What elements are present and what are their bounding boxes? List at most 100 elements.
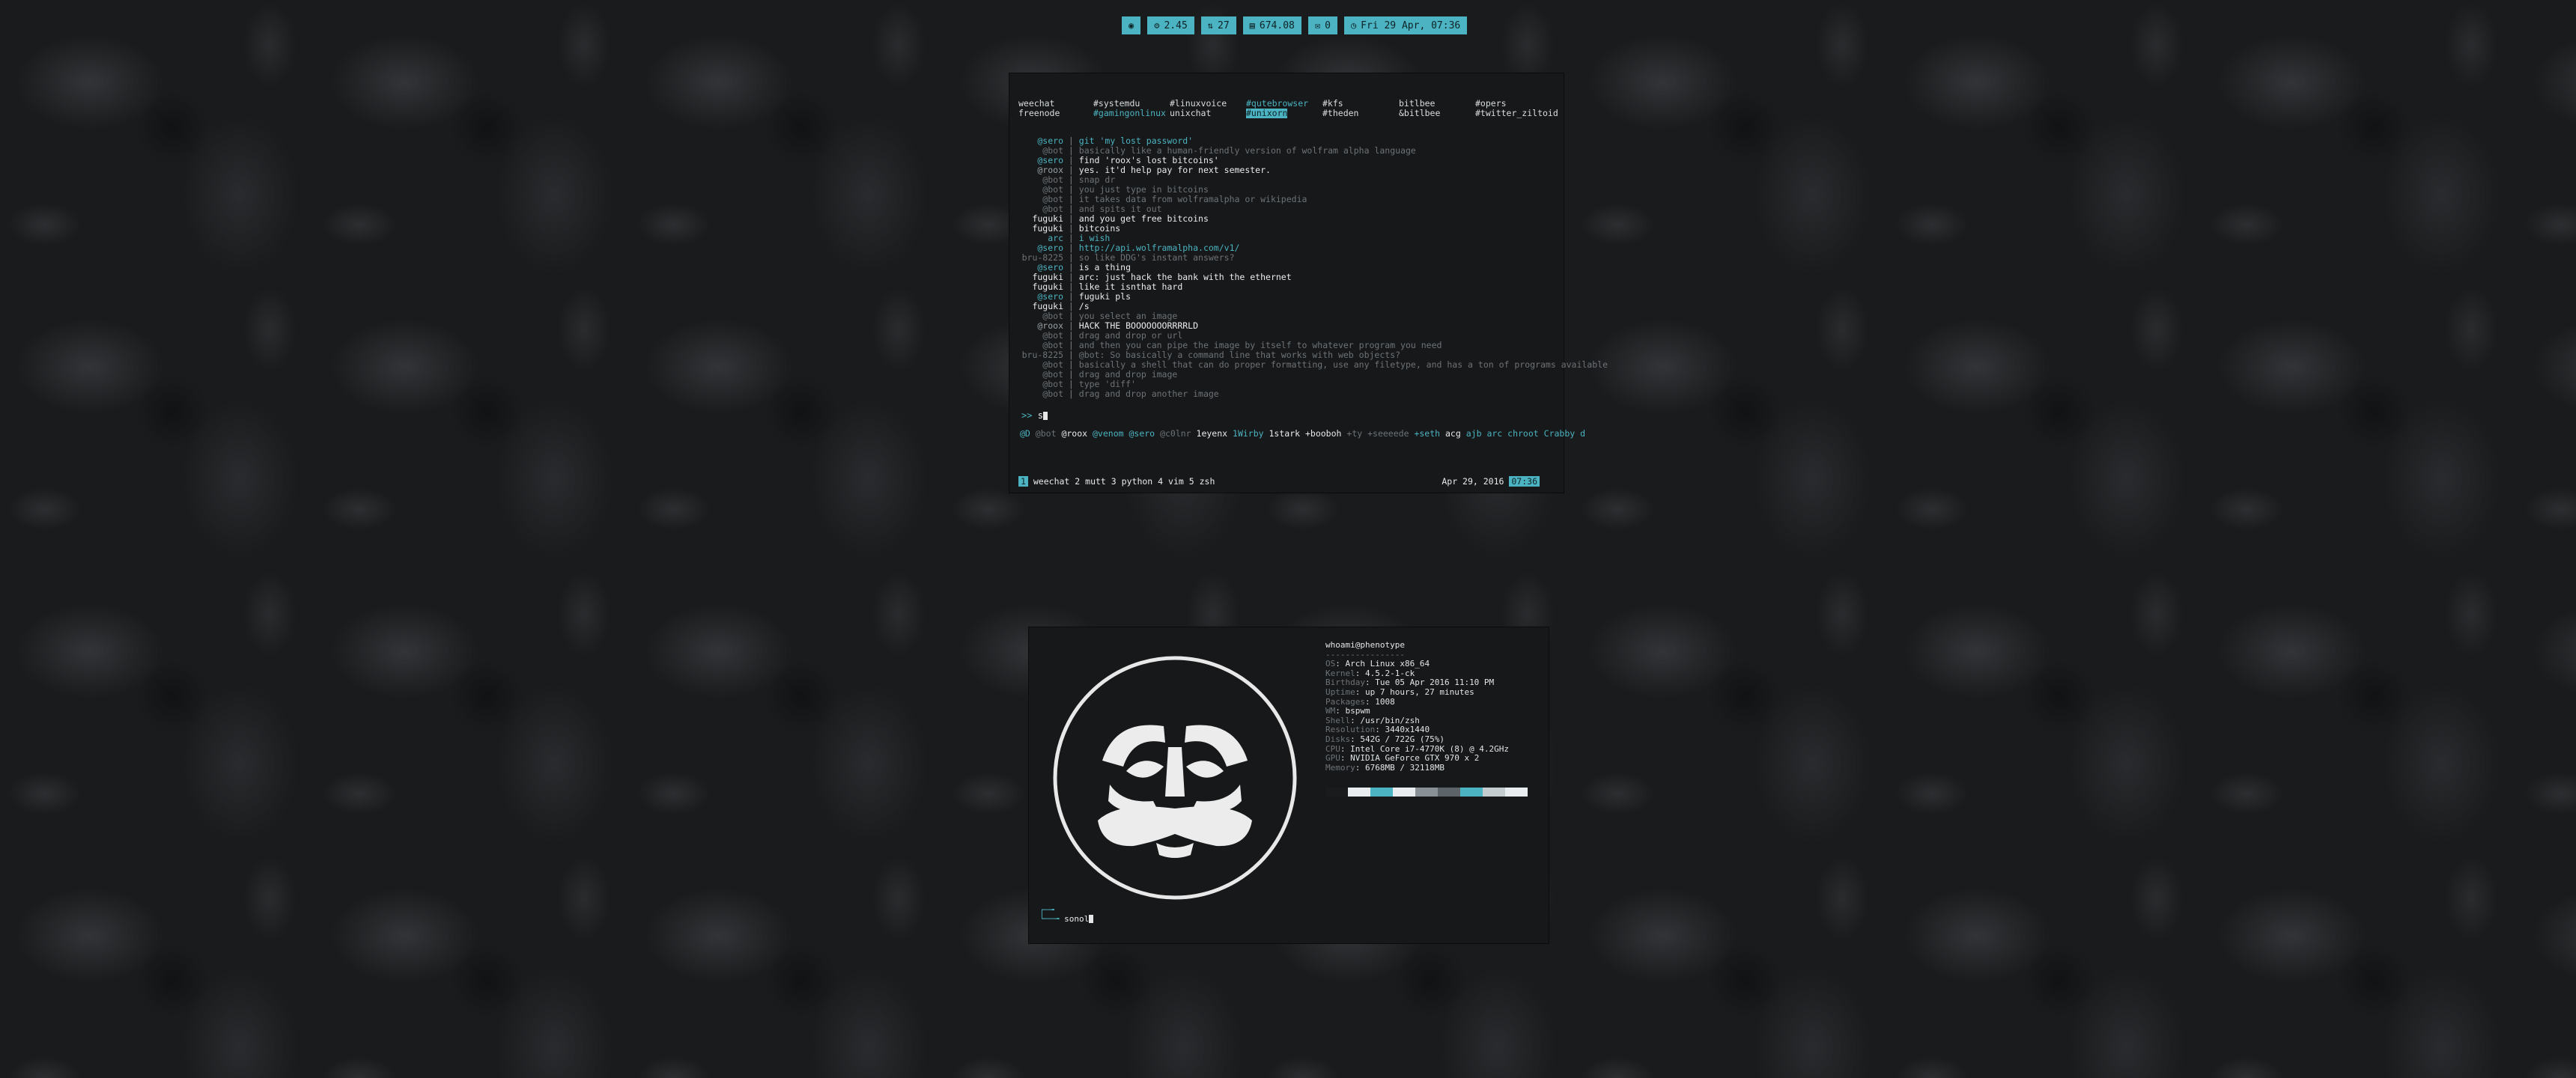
status-pill: ▤ 674.08 bbox=[1242, 16, 1301, 34]
chat-message: /s bbox=[1078, 301, 1090, 311]
status-pill-text: Fri 29 Apr, 07:36 bbox=[1361, 19, 1461, 31]
chat-message: basically like a human-friendly version … bbox=[1078, 145, 1416, 156]
chat-message: i wish bbox=[1078, 233, 1111, 243]
nick-item[interactable]: ajb bbox=[1466, 428, 1482, 439]
chat-message: you select an image bbox=[1078, 311, 1178, 321]
nick-item[interactable]: +ty bbox=[1346, 428, 1362, 439]
nick-item[interactable]: 1Wirby bbox=[1233, 428, 1264, 439]
nick-item[interactable]: +seeeede bbox=[1367, 428, 1409, 439]
chat-message: arc: just hack the bank with the etherne… bbox=[1078, 272, 1292, 282]
nick-separator: | bbox=[1063, 233, 1079, 243]
nick-item[interactable]: 1eyenx bbox=[1197, 428, 1228, 439]
color-swatch bbox=[1393, 788, 1415, 797]
chat-message: drag and drop another image bbox=[1078, 389, 1219, 399]
nick-separator: | bbox=[1063, 243, 1079, 253]
chat-message: @bot: So basically a command line that w… bbox=[1078, 350, 1401, 360]
nick-separator: | bbox=[1063, 340, 1079, 350]
terminal-window[interactable]: whoami@phenotype ---------------- OS: Ar… bbox=[1029, 627, 1549, 943]
weechat-window[interactable]: weechat #systemdu #linuxvoice #qutebrowser #… bbox=[1009, 73, 1608, 493]
nick-item[interactable]: @bot bbox=[1036, 428, 1057, 439]
chat-line: @sero | fuguki pls bbox=[1018, 292, 1608, 302]
status-pill-text: 0 bbox=[1325, 19, 1331, 31]
prompt-line-bottom: └──╼ bbox=[1039, 914, 1060, 924]
sysinfo-label: OS bbox=[1325, 659, 1336, 669]
nick-separator: | bbox=[1063, 320, 1079, 331]
chat-buffer[interactable]: @sero | git 'my lost password' @bot | bas… bbox=[1018, 136, 1608, 399]
clock-icon: ◷ bbox=[1350, 20, 1357, 31]
chat-message: and spits it out bbox=[1078, 204, 1162, 214]
sysinfo-label: Kernel bbox=[1325, 668, 1355, 678]
nick-item[interactable]: +booboh bbox=[1305, 428, 1341, 439]
tab-name: mutt bbox=[1085, 476, 1106, 487]
sysinfo-value: 1008 bbox=[1375, 696, 1395, 707]
nick-separator: | bbox=[1063, 194, 1079, 204]
nick-item[interactable]: chroot bbox=[1507, 428, 1539, 439]
channel-item[interactable]: #unixorn bbox=[1246, 109, 1288, 118]
window-tab[interactable]: 4 vim bbox=[1158, 476, 1189, 487]
nick-item[interactable]: +seth bbox=[1414, 428, 1440, 439]
window-tab[interactable]: 1 weechat bbox=[1018, 476, 1075, 487]
nick-item[interactable]: arc bbox=[1486, 428, 1502, 439]
nick-item[interactable]: d bbox=[1580, 428, 1585, 439]
nick-separator: | bbox=[1063, 223, 1079, 234]
chat-message: yes. it'd help pay for next semester. bbox=[1078, 165, 1271, 175]
sysinfo-value: Arch Linux x86_64 bbox=[1345, 659, 1430, 669]
nick-separator: | bbox=[1063, 135, 1079, 146]
status-bar: ◉ ⚙ 2.45 ⇅ 27 ▤ 674.08 ✉ 0 ◷ Fri 29 Apr, 07:36 bbox=[1122, 16, 1468, 34]
chat-message: type 'diff' bbox=[1078, 379, 1136, 389]
nick-separator: | bbox=[1063, 155, 1079, 165]
input-prompt: >> bbox=[1021, 410, 1033, 421]
sysinfo-label: CPU bbox=[1325, 743, 1340, 754]
nick-item[interactable]: Crabby bbox=[1544, 428, 1576, 439]
chat-message: find 'roox's lost bitcoins' bbox=[1078, 155, 1219, 165]
status-pill: ◉ bbox=[1122, 16, 1141, 34]
channel-item[interactable]: #theden bbox=[1322, 109, 1358, 118]
shell-prompt[interactable]: ┌─╼ └──╼ sonol bbox=[1039, 906, 1094, 924]
color-swatch bbox=[1348, 788, 1370, 797]
nick-item[interactable]: @c0lnr bbox=[1160, 428, 1191, 439]
channel-item[interactable]: #twitter_ziltoid bbox=[1475, 109, 1558, 118]
shell-command[interactable]: sonol bbox=[1064, 914, 1089, 924]
color-swatch bbox=[1460, 788, 1483, 797]
input-value[interactable]: s bbox=[1038, 410, 1043, 421]
chat-nick[interactable]: @bot bbox=[1018, 389, 1063, 399]
chat-message: basically a shell that can do proper for… bbox=[1078, 359, 1608, 370]
nick-item[interactable]: 1stark bbox=[1269, 428, 1301, 439]
window-tab[interactable]: 2 mutt bbox=[1075, 476, 1111, 487]
tab-number: 3 bbox=[1111, 476, 1117, 487]
fsociety-mask-logo bbox=[1053, 656, 1297, 900]
sysinfo-value: bspwm bbox=[1345, 706, 1370, 716]
status-pill: ⇅ 27 bbox=[1200, 16, 1236, 34]
sysinfo-value: 542G / 722G (75%) bbox=[1360, 734, 1445, 744]
status-pill: ✉ 0 bbox=[1307, 16, 1337, 34]
nick-separator: | bbox=[1063, 350, 1079, 360]
sysinfo-value: Tue 05 Apr 2016 11:10 PM bbox=[1375, 677, 1495, 688]
chat-message: is a thing bbox=[1078, 262, 1131, 272]
channel-item[interactable]: &bitlbee bbox=[1399, 109, 1440, 118]
channel-item[interactable]: freenode bbox=[1018, 109, 1060, 118]
color-swatch bbox=[1483, 788, 1505, 797]
window-tab[interactable]: 5 zsh bbox=[1189, 476, 1215, 487]
sysinfo-value: /usr/bin/zsh bbox=[1360, 715, 1420, 725]
tab-name: python bbox=[1121, 476, 1153, 487]
chat-message: it takes data from wolframalpha or wikip… bbox=[1078, 194, 1307, 204]
sysinfo-label: WM bbox=[1325, 706, 1336, 716]
channel-item[interactable]: unixchat bbox=[1170, 109, 1211, 118]
input-cursor bbox=[1042, 412, 1048, 420]
color-palette bbox=[1325, 788, 1528, 797]
window-tab[interactable]: 3 python bbox=[1111, 476, 1158, 487]
nick-item[interactable]: @D bbox=[1020, 428, 1030, 439]
channel-item[interactable]: #gamingonlinux bbox=[1093, 109, 1166, 118]
bar-date: Apr 29, 2016 bbox=[1442, 476, 1504, 487]
nick-item[interactable]: acg bbox=[1445, 428, 1461, 439]
chat-input[interactable]: >> s bbox=[1021, 410, 1048, 421]
chat-message: snap dr bbox=[1078, 174, 1116, 185]
status-pill-text: 674.08 bbox=[1259, 19, 1295, 31]
sysinfo-value: 3440x1440 bbox=[1385, 725, 1430, 735]
color-swatch bbox=[1370, 788, 1393, 797]
nick-item[interactable]: @roox bbox=[1061, 428, 1087, 439]
nick-item[interactable]: @sero bbox=[1128, 428, 1155, 439]
status-pill: ◷ Fri 29 Apr, 07:36 bbox=[1343, 16, 1468, 34]
disk-icon: ▤ bbox=[1249, 20, 1255, 31]
nick-item[interactable]: @venom bbox=[1093, 428, 1124, 439]
